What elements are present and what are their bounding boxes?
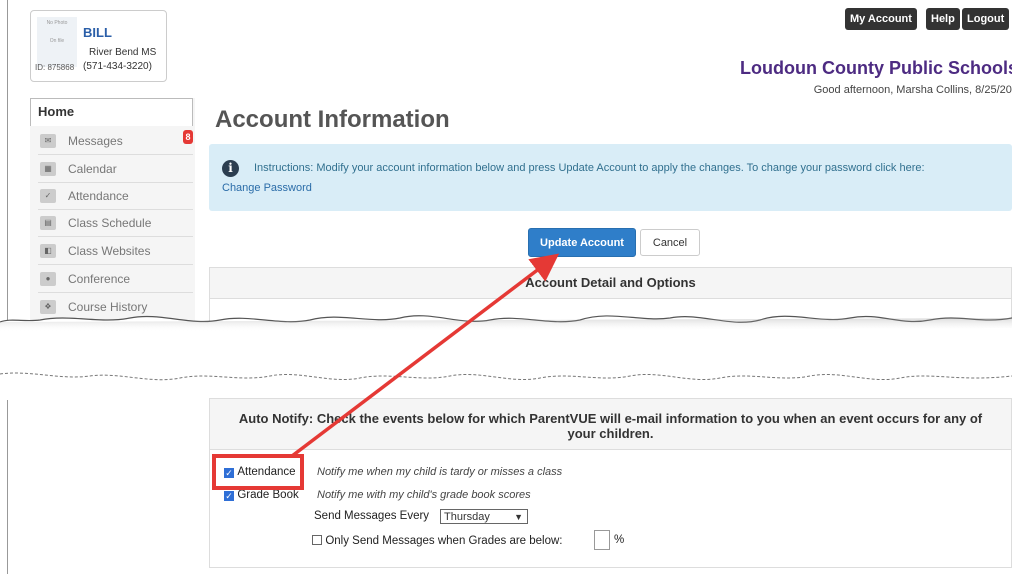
annotation-arrow (290, 253, 560, 458)
